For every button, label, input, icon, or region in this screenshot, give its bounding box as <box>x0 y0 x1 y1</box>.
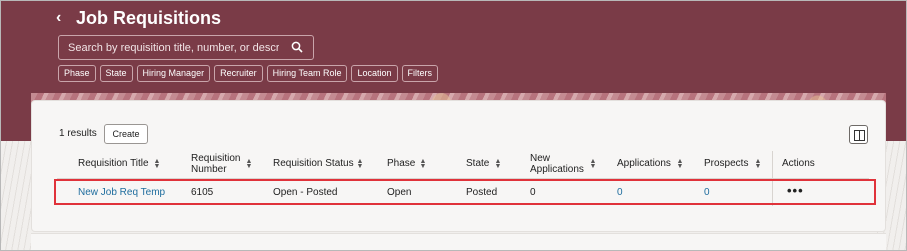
panel-footer <box>31 233 886 250</box>
sort-icon[interactable]: ▲ ▼ <box>419 158 427 170</box>
requisition-state: Posted <box>466 187 498 198</box>
back-chevron-icon[interactable]: ‹ <box>56 10 70 26</box>
new-applications-count: 0 <box>530 187 536 198</box>
sort-icon[interactable]: ▲ ▼ <box>245 158 253 170</box>
app-frame: ‹ Job Requisitions Phase State Hiring Ma… <box>0 0 907 251</box>
filter-chip-hiring-team-role[interactable]: Hiring Team Role <box>266 65 348 82</box>
results-count: 1 results <box>59 128 97 139</box>
sort-icon[interactable]: ▲ ▼ <box>153 158 161 170</box>
applications-count-link[interactable]: 0 <box>617 187 623 198</box>
col-header-status[interactable]: Requisition Status <box>273 158 354 169</box>
col-header-title[interactable]: Requisition Title <box>78 158 149 169</box>
results-panel: 1 results Create Requisition Title ▲ ▼ Re… <box>31 100 886 232</box>
sort-icon[interactable]: ▲ ▼ <box>754 158 762 170</box>
sort-icon[interactable]: ▲ ▼ <box>589 158 597 170</box>
sort-icon[interactable]: ▲ ▼ <box>494 158 502 170</box>
search-icon[interactable] <box>291 41 303 53</box>
filter-chip-phase[interactable]: Phase <box>58 65 96 82</box>
col-header-applications[interactable]: Applications <box>617 158 671 169</box>
filter-chip-recruiter[interactable]: Recruiter <box>214 65 263 82</box>
requisition-number: 6105 <box>191 187 214 198</box>
page-title: Job Requisitions <box>76 8 222 28</box>
search-input[interactable] <box>59 36 279 59</box>
more-actions-icon[interactable]: ••• <box>787 183 804 198</box>
filter-chip-filters[interactable]: Filters <box>401 65 438 82</box>
search-box[interactable] <box>58 35 314 60</box>
requisition-status: Open - Posted <box>273 187 338 198</box>
col-header-phase[interactable]: Phase <box>387 158 415 169</box>
col-header-actions: Actions <box>782 158 815 169</box>
panel-toggle-icon[interactable] <box>849 125 868 144</box>
requisition-phase: Open <box>387 187 412 198</box>
filter-chip-location[interactable]: Location <box>351 65 398 82</box>
sort-icon[interactable]: ▲ ▼ <box>676 158 684 170</box>
filter-chip-state[interactable]: State <box>99 65 133 82</box>
left-pattern <box>1 141 31 250</box>
prospects-count-link[interactable]: 0 <box>704 187 710 198</box>
filter-chip-hiring-manager[interactable]: Hiring Manager <box>136 65 211 82</box>
col-header-prospects[interactable]: Prospects <box>704 158 748 169</box>
filter-chips: Phase State Hiring Manager Recruiter Hir… <box>58 65 438 82</box>
col-header-state[interactable]: State <box>466 158 489 169</box>
table-row[interactable] <box>54 179 876 205</box>
col-header-new-applications[interactable]: New Applications <box>530 153 584 175</box>
col-header-number[interactable]: Requisition Number <box>191 153 240 175</box>
sort-icon[interactable]: ▲ ▼ <box>356 158 364 170</box>
create-button[interactable]: Create <box>104 124 148 144</box>
requisition-title-link[interactable]: New Job Req Temp <box>78 187 165 198</box>
